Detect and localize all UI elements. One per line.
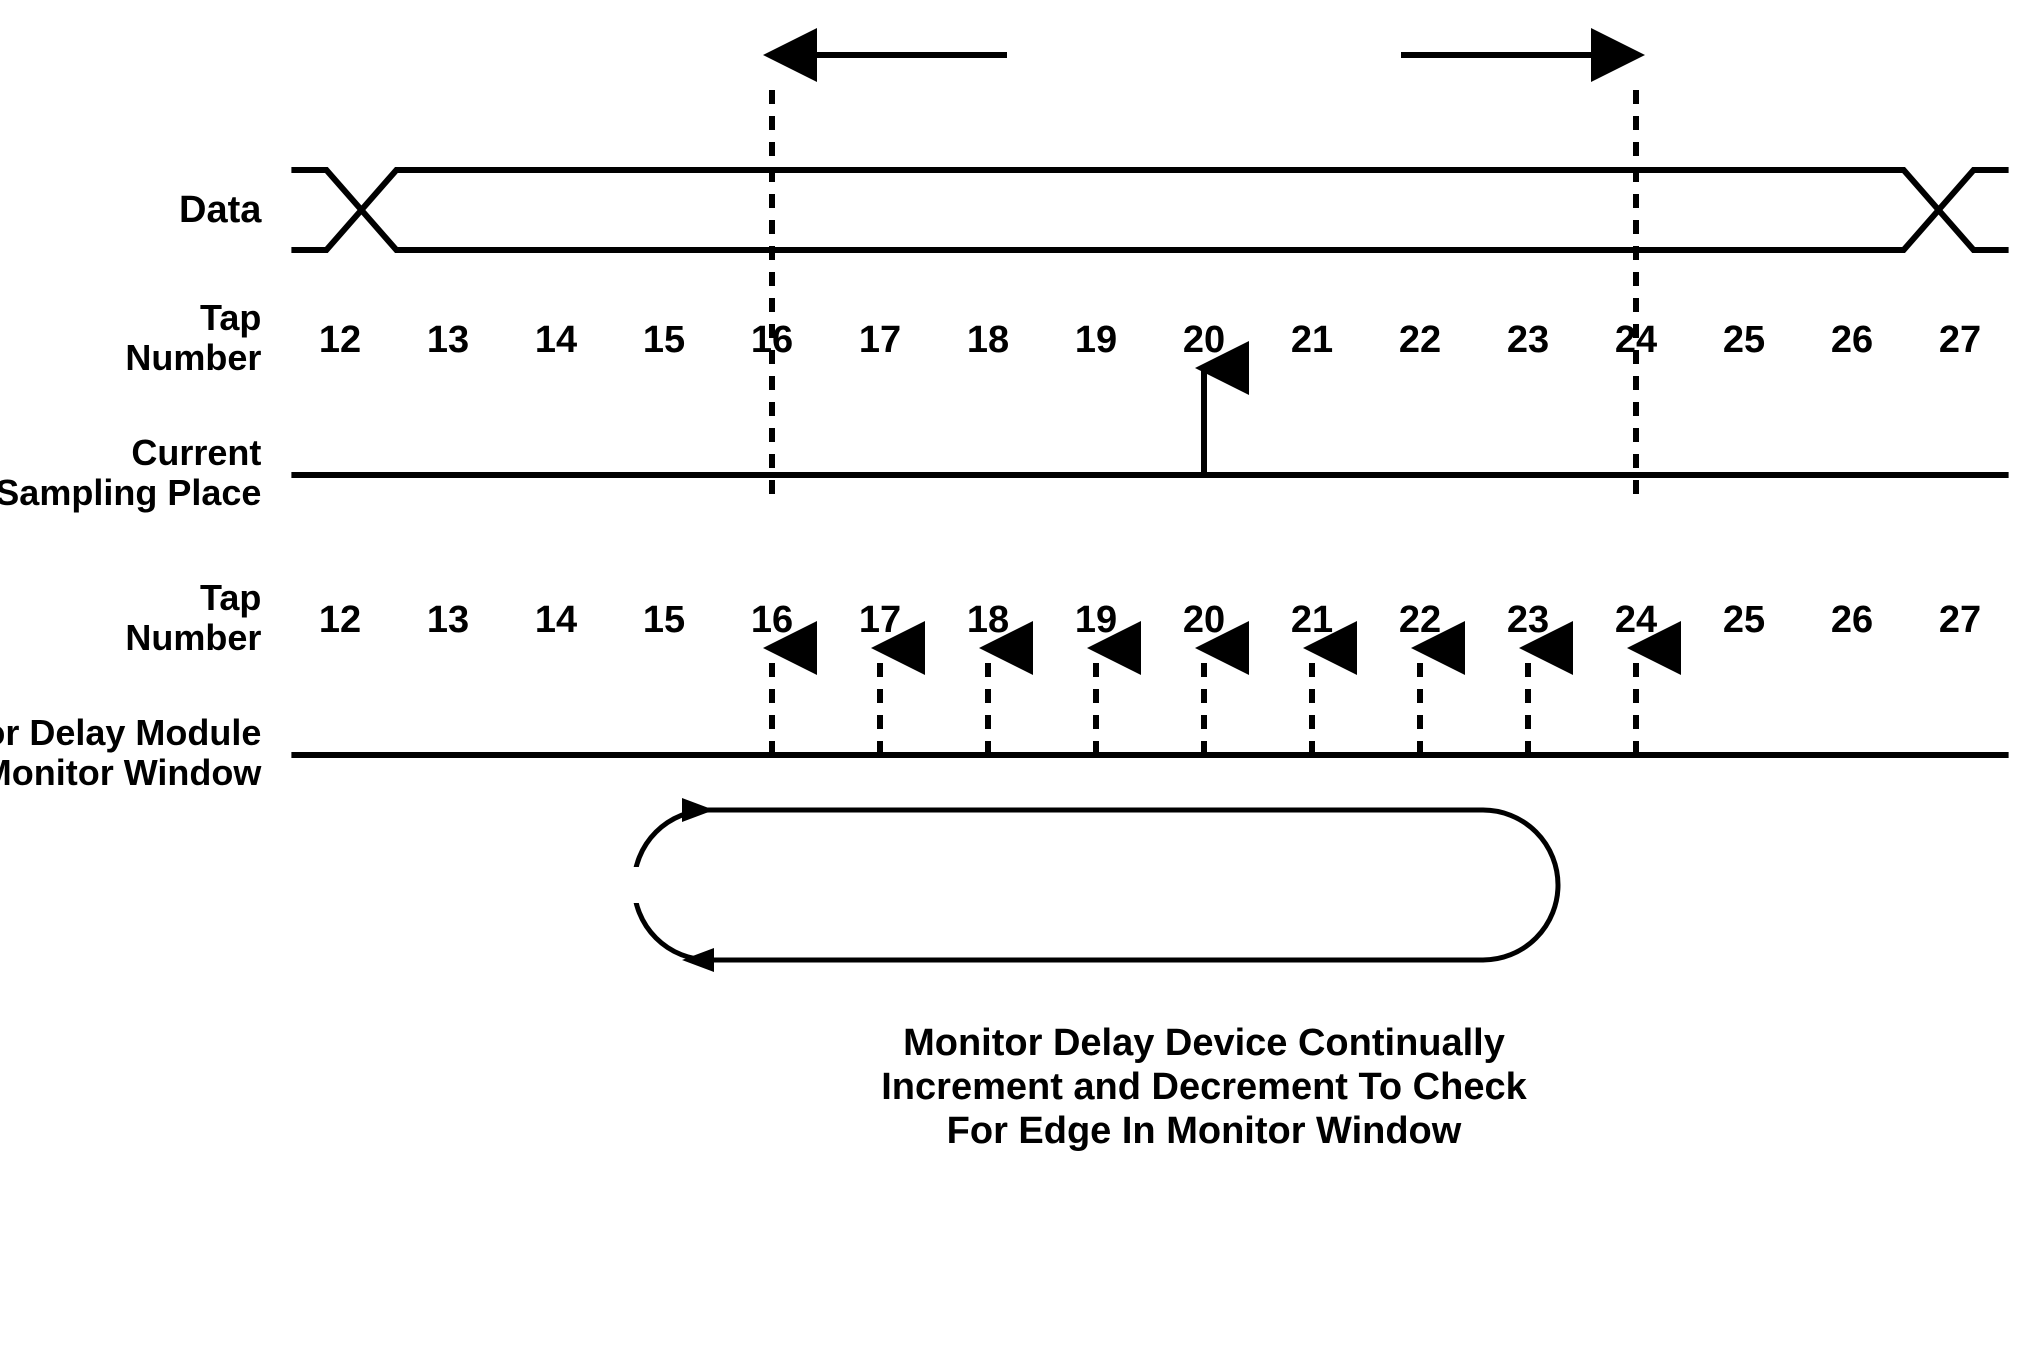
tap1-22: 22: [1399, 319, 1441, 361]
tap2-12: 12: [319, 599, 361, 641]
tap2-14: 14: [535, 599, 577, 641]
loop-right-arc: [1483, 810, 1558, 960]
tap2-27: 27: [1939, 599, 1981, 641]
loop-arrow-top: [682, 798, 714, 822]
tap1-15: 15: [643, 319, 685, 361]
tap2-16: 16: [751, 599, 793, 641]
tap2-22: 22: [1399, 599, 1441, 641]
caption-line-0: Monitor Delay Device Continually: [903, 1022, 1505, 1064]
tap1-16: 16: [751, 319, 793, 361]
tap1-19: 19: [1075, 319, 1117, 361]
caption-line-2: For Edge In Monitor Window: [947, 1110, 1462, 1152]
tap-row1-label-0: Tap: [200, 297, 261, 338]
sampling-label-1: Sampling Place: [0, 472, 261, 513]
tap1-21: 21: [1291, 319, 1333, 361]
tap1-25: 25: [1723, 319, 1765, 361]
tap2-15: 15: [643, 599, 685, 641]
tap2-26: 26: [1831, 599, 1873, 641]
monitor-label-0: Monitor Delay Module: [0, 712, 261, 753]
tap2-24: 24: [1615, 599, 1657, 641]
tap2-17: 17: [859, 599, 901, 641]
data-row-label: Data: [179, 189, 262, 231]
data-waveform-top: [291, 170, 2008, 210]
sampling-label-0: Current: [131, 432, 261, 473]
tap2-13: 13: [427, 599, 469, 641]
tap1-18: 18: [967, 319, 1009, 361]
tap2-20: 20: [1183, 599, 1225, 641]
tap1-24: 24: [1615, 319, 1657, 361]
tap1-13: 13: [427, 319, 469, 361]
tap1-26: 26: [1831, 319, 1873, 361]
data-waveform-bottom: [291, 210, 2008, 250]
tap2-18: 18: [967, 599, 1009, 641]
tap-row2-label-0: Tap: [200, 577, 261, 618]
tap-row1-label-1: Number: [125, 337, 261, 378]
tap1-27: 27: [1939, 319, 1981, 361]
tap2-21: 21: [1291, 599, 1333, 641]
tap1-17: 17: [859, 319, 901, 361]
caption-line-1: Increment and Decrement To Check: [881, 1066, 1527, 1108]
monitor-label-1: Monitor Window: [0, 752, 262, 793]
loop-arrow-bottom: [682, 948, 714, 972]
tap1-12: 12: [319, 319, 361, 361]
monitoring-window-diagram: Monitoring WindowDataTapNumber1213141516…: [0, 0, 2028, 1354]
tap1-23: 23: [1507, 319, 1549, 361]
tap2-23: 23: [1507, 599, 1549, 641]
tap2-25: 25: [1723, 599, 1765, 641]
tap-row2-label-1: Number: [125, 617, 261, 658]
tap2-19: 19: [1075, 599, 1117, 641]
tap1-14: 14: [535, 319, 577, 361]
tap1-20: 20: [1183, 319, 1225, 361]
